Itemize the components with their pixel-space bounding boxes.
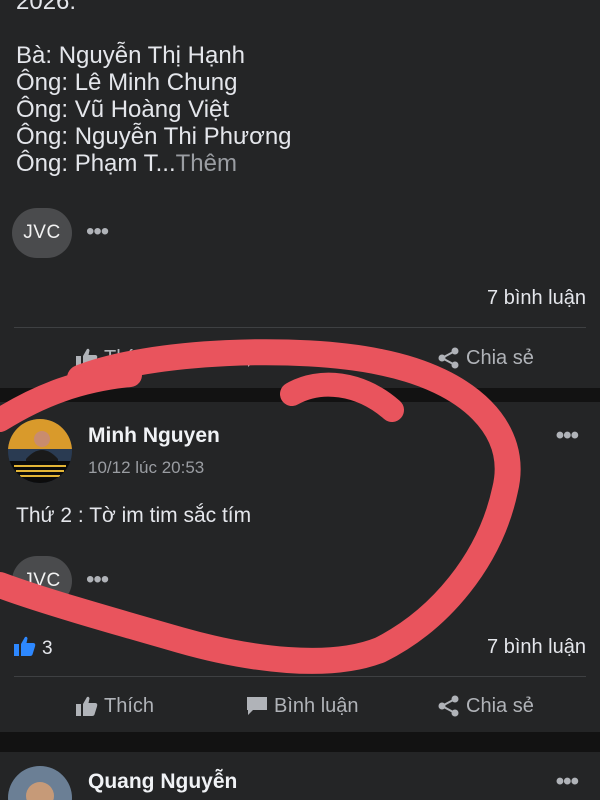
post-card: Minh Nguyen 10/12 lúc 20:53 ••• Thứ 2 : … [0,402,600,732]
share-icon [438,695,460,717]
like-button[interactable]: Thích [76,338,154,378]
divider [14,676,586,677]
comment-icon [246,348,268,368]
feed: 2026: Bà: Nguyễn Thị Hạnh Ông: Lê Minh C… [0,0,600,800]
more-icon[interactable]: ••• [556,422,579,450]
share-icon [438,347,460,369]
share-button[interactable]: Chia sẻ [438,686,534,726]
comment-label: Bình luận [274,346,359,369]
comment-count[interactable]: 7 bình luận [487,636,586,659]
share-label: Chia sẻ [466,694,534,717]
post-text-line: Ông: Lê Minh Chung [16,69,238,96]
action-bar: Thích Bình luận Chia sẻ [0,686,600,726]
more-icon[interactable]: ••• [556,768,579,796]
thumbs-up-icon [14,636,36,662]
share-label: Chia sẻ [466,346,534,369]
post-text-line: Ông: Nguyễn Thi Phương [16,123,292,150]
post-text-line: Ông: Phạm T...Thêm [16,150,292,177]
like-label: Thích [104,694,155,717]
post-text: Thứ 2 : Tờ im tim sắc tím [16,504,252,527]
like-button[interactable]: Thích [76,686,154,726]
see-more-link[interactable]: Thêm [176,150,237,177]
more-icon[interactable]: ••• [86,566,109,594]
post-text: 2026: Bà: Nguyễn Thị Hạnh Ông: Lê Minh C… [16,0,292,177]
post-text-line: 2026: [16,0,77,15]
like-count: 3 [42,638,53,659]
comment-icon [246,696,268,716]
comment-button[interactable]: Bình luận [246,686,359,726]
author-name[interactable]: Minh Nguyen [88,424,220,448]
share-button[interactable]: Chia sẻ [438,338,534,378]
reaction-summary[interactable]: 3 [14,636,53,662]
page-avatar-badge[interactable]: JVC [12,556,72,606]
post-card: 2026: Bà: Nguyễn Thị Hạnh Ông: Lê Minh C… [0,0,600,388]
comment-label: Bình luận [274,694,359,717]
page-avatar-badge[interactable]: JVC [12,208,72,258]
post-text-line: Ông: Vũ Hoàng Việt [16,96,230,123]
truncated-text: Ông: Phạm T... [16,150,176,177]
thumbs-up-icon [76,348,98,368]
divider [14,327,586,328]
action-bar: Thích Bình luận Chia sẻ [0,338,600,378]
post-text-line [16,15,292,42]
like-label: Thích [104,346,155,369]
author-name[interactable]: Quang Nguyễn [88,770,237,794]
comment-count[interactable]: 7 bình luận [487,287,586,310]
more-icon[interactable]: ••• [86,218,109,246]
thumbs-up-icon [76,696,98,716]
post-timestamp[interactable]: 10/12 lúc 20:53 [88,458,204,478]
avatar[interactable] [8,766,72,800]
post-card: Quang Nguyễn ••• [0,752,600,800]
post-text-line: Bà: Nguyễn Thị Hạnh [16,42,246,69]
comment-button[interactable]: Bình luận [246,338,359,378]
avatar[interactable] [8,419,72,483]
